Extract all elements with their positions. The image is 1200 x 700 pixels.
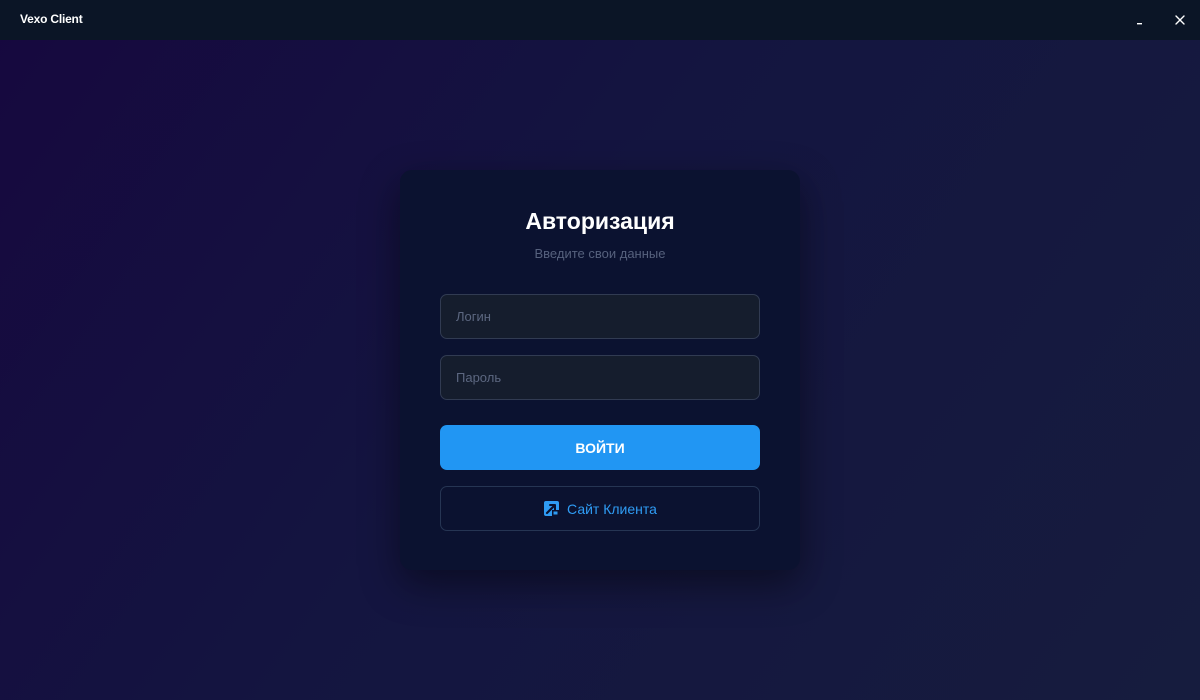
close-button[interactable] — [1166, 6, 1194, 34]
app-title: Vexo Client — [20, 12, 83, 26]
login-button[interactable]: ВОЙТИ — [440, 425, 760, 470]
minimize-icon — [1137, 23, 1142, 25]
card-subtitle: Введите свои данные — [534, 246, 666, 261]
minimize-button[interactable] — [1126, 6, 1154, 34]
card-title: Авторизация — [525, 208, 675, 234]
client-site-label: Сайт Клиента — [567, 500, 657, 517]
close-icon — [1175, 15, 1185, 25]
login-button-label: ВОЙТИ — [575, 439, 625, 456]
login-input[interactable] — [440, 294, 760, 339]
external-link-icon — [544, 501, 560, 516]
client-site-button[interactable]: Сайт Клиента — [440, 486, 760, 531]
login-card: Авторизация Введите свои данные ВОЙТИ Са… — [400, 170, 800, 570]
title-bar: Vexo Client — [0, 0, 1200, 40]
password-input[interactable] — [440, 355, 760, 400]
